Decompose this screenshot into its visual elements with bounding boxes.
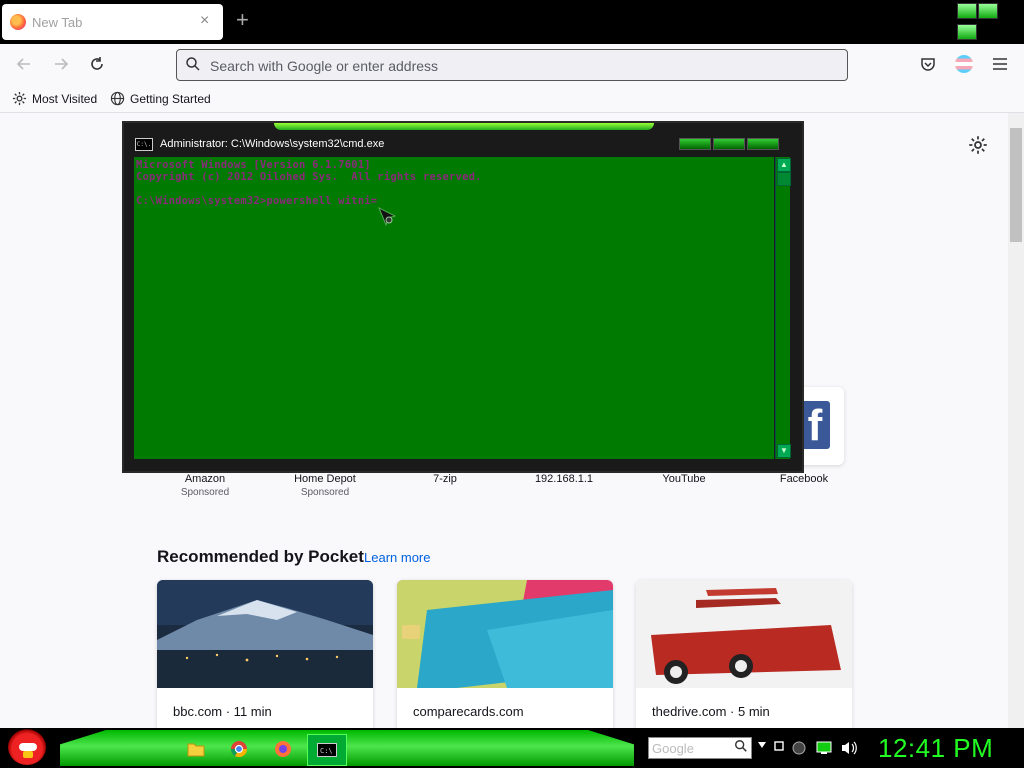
firefox-icon [275, 741, 291, 757]
bookmark-label: Most Visited [32, 91, 98, 106]
card-image-red-vehicle [636, 580, 852, 688]
minimize-button[interactable] [957, 3, 977, 19]
tray-circle-icon[interactable] [792, 741, 806, 755]
new-tab-button[interactable]: + [236, 9, 249, 31]
cmd-window-title: Administrator: C:\Windows\system32\cmd.e… [160, 138, 385, 150]
site-name: Amazon [184, 473, 226, 485]
console-line: Microsoft Windows [Version 6.1.7601] [136, 159, 371, 171]
cmd-window-icon: C:\. [135, 138, 153, 151]
url-bar[interactable]: Search with Google or enter address [176, 49, 848, 81]
pocket-card-comparecards[interactable]: comparecards.com [397, 580, 613, 740]
cmd-window[interactable]: C:\. Administrator: C:\Windows\system32\… [122, 121, 804, 473]
scroll-up-arrow-icon[interactable]: ▲ [777, 158, 791, 172]
site-name: 7-zip [433, 473, 457, 485]
cmd-window-controls[interactable] [679, 137, 781, 150]
pocket-card-thedrive[interactable]: thedrive.com · 5 min [636, 580, 852, 740]
console-scrollbar[interactable]: ▲ ▼ [775, 157, 791, 459]
top-site-home-depot[interactable]: Home Depot Sponsored [265, 473, 385, 498]
pocket-heading: Recommended by Pocket [157, 547, 364, 566]
maximize-button[interactable] [978, 3, 998, 19]
taskbar-search-box[interactable]: Google [648, 737, 752, 759]
scrollbar-thumb[interactable] [1010, 128, 1022, 242]
top-site-facebook[interactable]: Facebook [744, 473, 864, 485]
card-image-mountain [157, 580, 373, 688]
taskbar-explorer[interactable] [177, 734, 215, 764]
reload-button[interactable] [86, 54, 108, 76]
card-source: comparecards.com [413, 704, 524, 719]
cmd-icon: C:\ [317, 743, 337, 757]
cmd-maximize-button[interactable] [713, 138, 745, 150]
top-site-amazon[interactable]: Amazon Sponsored [145, 473, 265, 498]
start-button[interactable] [8, 729, 46, 765]
card-source: bbc.com · 11 min [173, 704, 272, 719]
tray-window-icon[interactable] [774, 741, 784, 751]
search-icon [186, 57, 200, 71]
taskbar-chrome[interactable] [220, 734, 258, 764]
taskbar-green-band [60, 730, 634, 766]
cmd-minimize-button[interactable] [679, 138, 711, 150]
card-image-credit-cards [397, 580, 613, 688]
account-avatar[interactable] [955, 55, 973, 73]
tray-expand-icon[interactable] [757, 741, 767, 749]
console-scroll-thumb[interactable] [777, 172, 791, 186]
close-window-button[interactable] [957, 24, 977, 40]
arrow-right-icon [55, 58, 69, 70]
taskbar-firefox[interactable] [264, 734, 302, 764]
window-controls[interactable] [957, 3, 1017, 40]
start-bird-eyes [19, 743, 37, 751]
site-name: 192.168.1.1 [534, 473, 594, 485]
bookmark-most-visited[interactable]: Most Visited [12, 91, 97, 106]
taskbar-cmd[interactable]: C:\ [307, 734, 347, 766]
back-button[interactable] [13, 54, 35, 76]
console-prompt-line: C:\Windows\system32>powershell witni= [136, 195, 378, 207]
bookmark-getting-started[interactable]: Getting Started [110, 91, 211, 106]
gear-icon [12, 91, 27, 106]
tab-title: New Tab [32, 15, 83, 30]
taskbar [0, 728, 1024, 768]
volume-icon[interactable] [840, 740, 858, 756]
arrow-left-icon [16, 58, 30, 70]
top-site-7-zip[interactable]: 7-zip [385, 473, 505, 485]
pocket-icon[interactable] [919, 55, 937, 73]
pocket-card-bbc[interactable]: bbc.com · 11 min [157, 580, 373, 740]
site-name: Facebook [779, 473, 829, 485]
facebook-icon: f [800, 401, 830, 450]
bookmark-label: Getting Started [130, 91, 211, 106]
start-bird-beak [23, 751, 33, 758]
forward-button[interactable] [50, 54, 72, 76]
tab-new-tab[interactable]: New Tab × [2, 4, 223, 40]
menu-icon[interactable] [991, 56, 1009, 72]
mouse-cursor-icon [378, 206, 397, 227]
chrome-icon [230, 741, 248, 758]
tab-close-button[interactable]: × [200, 12, 209, 30]
firefox-icon [10, 14, 26, 30]
globe-icon [110, 91, 125, 106]
taskbar-clock[interactable]: 12:41 PM [878, 733, 993, 764]
top-site-youtube[interactable]: YouTube [624, 473, 744, 485]
learn-more-link[interactable]: Learn more [364, 550, 430, 565]
window-glow-accent [274, 123, 654, 130]
console-line: Copyright (c) 2012 Oilohed Sys. All righ… [136, 171, 482, 183]
cmd-close-button[interactable] [747, 138, 779, 150]
card-source: thedrive.com · 5 min [652, 704, 770, 719]
scroll-down-arrow-icon[interactable]: ▼ [777, 444, 791, 458]
sponsored-label: Sponsored [180, 487, 230, 498]
console-output[interactable]: Microsoft Windows [Version 6.1.7601] Cop… [134, 157, 774, 459]
search-icon [735, 740, 747, 752]
site-name: Home Depot [294, 473, 356, 485]
settings-gear-icon[interactable] [968, 135, 988, 155]
folder-icon [187, 743, 205, 757]
sponsored-label: Sponsored [300, 487, 350, 498]
top-site-router[interactable]: 192.168.1.1 [504, 473, 624, 485]
site-name: YouTube [662, 473, 706, 485]
url-placeholder: Search with Google or enter address [210, 58, 439, 74]
reload-icon [91, 57, 103, 70]
taskbar-search-placeholder: Google [652, 741, 694, 756]
network-icon[interactable] [816, 741, 832, 755]
svg-text:C:\: C:\ [320, 747, 333, 755]
